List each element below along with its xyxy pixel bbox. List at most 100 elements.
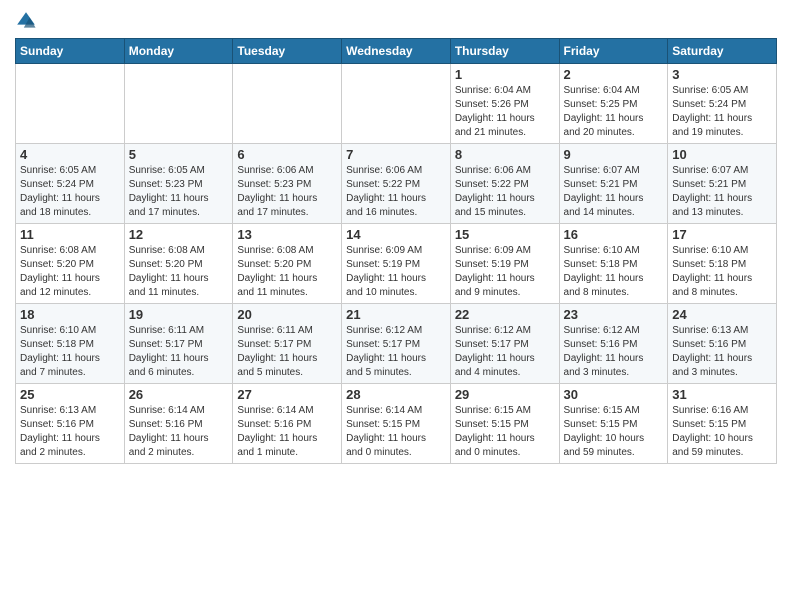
calendar-cell: 22 Sunrise: 6:12 AM Sunset: 5:17 PM Dayli… bbox=[450, 304, 559, 384]
day-number: 26 bbox=[129, 387, 229, 402]
day-info: Sunrise: 6:13 AM Sunset: 5:16 PM Dayligh… bbox=[20, 404, 120, 460]
weekday-header: Friday bbox=[559, 39, 668, 64]
day-info: Sunrise: 6:12 AM Sunset: 5:16 PM Dayligh… bbox=[564, 324, 664, 380]
calendar-cell: 6 Sunrise: 6:06 AM Sunset: 5:23 PM Daylig… bbox=[233, 144, 342, 224]
calendar-cell bbox=[233, 64, 342, 144]
calendar-week-row: 25 Sunrise: 6:13 AM Sunset: 5:16 PM Dayli… bbox=[16, 384, 777, 464]
calendar-cell: 17 Sunrise: 6:10 AM Sunset: 5:18 PM Dayli… bbox=[668, 224, 777, 304]
day-info: Sunrise: 6:05 AM Sunset: 5:24 PM Dayligh… bbox=[672, 84, 772, 140]
day-info: Sunrise: 6:07 AM Sunset: 5:21 PM Dayligh… bbox=[672, 164, 772, 220]
day-number: 23 bbox=[564, 307, 664, 322]
day-number: 18 bbox=[20, 307, 120, 322]
day-info: Sunrise: 6:14 AM Sunset: 5:16 PM Dayligh… bbox=[129, 404, 229, 460]
weekday-header: Thursday bbox=[450, 39, 559, 64]
calendar-cell: 2 Sunrise: 6:04 AM Sunset: 5:25 PM Daylig… bbox=[559, 64, 668, 144]
day-info: Sunrise: 6:10 AM Sunset: 5:18 PM Dayligh… bbox=[20, 324, 120, 380]
calendar-cell: 1 Sunrise: 6:04 AM Sunset: 5:26 PM Daylig… bbox=[450, 64, 559, 144]
calendar-cell: 24Sunrise: 6:13 AM Sunset: 5:16 PM Dayli… bbox=[668, 304, 777, 384]
day-info: Sunrise: 6:09 AM Sunset: 5:19 PM Dayligh… bbox=[455, 244, 555, 300]
day-number: 27 bbox=[237, 387, 337, 402]
day-info: Sunrise: 6:14 AM Sunset: 5:15 PM Dayligh… bbox=[346, 404, 446, 460]
day-info: Sunrise: 6:11 AM Sunset: 5:17 PM Dayligh… bbox=[237, 324, 337, 380]
logo bbox=[15, 10, 39, 32]
calendar-cell: 13 Sunrise: 6:08 AM Sunset: 5:20 PM Dayli… bbox=[233, 224, 342, 304]
day-info: Sunrise: 6:15 AM Sunset: 5:15 PM Dayligh… bbox=[564, 404, 664, 460]
calendar-cell: 20 Sunrise: 6:11 AM Sunset: 5:17 PM Dayli… bbox=[233, 304, 342, 384]
calendar-cell: 21Sunrise: 6:12 AM Sunset: 5:17 PM Dayli… bbox=[342, 304, 451, 384]
calendar-week-row: 4 Sunrise: 6:05 AM Sunset: 5:24 PM Daylig… bbox=[16, 144, 777, 224]
calendar-cell: 4 Sunrise: 6:05 AM Sunset: 5:24 PM Daylig… bbox=[16, 144, 125, 224]
day-number: 7 bbox=[346, 147, 446, 162]
calendar-cell: 11 Sunrise: 6:08 AM Sunset: 5:20 PM Dayli… bbox=[16, 224, 125, 304]
day-number: 8 bbox=[455, 147, 555, 162]
calendar-cell: 3 Sunrise: 6:05 AM Sunset: 5:24 PM Daylig… bbox=[668, 64, 777, 144]
day-info: Sunrise: 6:05 AM Sunset: 5:24 PM Dayligh… bbox=[20, 164, 120, 220]
calendar-cell: 30 Sunrise: 6:15 AM Sunset: 5:15 PM Dayli… bbox=[559, 384, 668, 464]
day-number: 14 bbox=[346, 227, 446, 242]
day-number: 30 bbox=[564, 387, 664, 402]
day-info: Sunrise: 6:05 AM Sunset: 5:23 PM Dayligh… bbox=[129, 164, 229, 220]
day-info: Sunrise: 6:07 AM Sunset: 5:21 PM Dayligh… bbox=[564, 164, 664, 220]
day-number: 10 bbox=[672, 147, 772, 162]
day-info: Sunrise: 6:04 AM Sunset: 5:25 PM Dayligh… bbox=[564, 84, 664, 140]
day-number: 4 bbox=[20, 147, 120, 162]
day-number: 22 bbox=[455, 307, 555, 322]
day-number: 17 bbox=[672, 227, 772, 242]
weekday-header: Wednesday bbox=[342, 39, 451, 64]
page-header bbox=[15, 10, 777, 32]
day-info: Sunrise: 6:08 AM Sunset: 5:20 PM Dayligh… bbox=[129, 244, 229, 300]
day-number: 16 bbox=[564, 227, 664, 242]
weekday-header: Saturday bbox=[668, 39, 777, 64]
weekday-header: Sunday bbox=[16, 39, 125, 64]
calendar-cell: 27 Sunrise: 6:14 AM Sunset: 5:16 PM Dayli… bbox=[233, 384, 342, 464]
calendar-cell bbox=[342, 64, 451, 144]
day-number: 28 bbox=[346, 387, 446, 402]
calendar-week-row: 1 Sunrise: 6:04 AM Sunset: 5:26 PM Daylig… bbox=[16, 64, 777, 144]
calendar-week-row: 18 Sunrise: 6:10 AM Sunset: 5:18 PM Dayli… bbox=[16, 304, 777, 384]
calendar-cell: 18 Sunrise: 6:10 AM Sunset: 5:18 PM Dayli… bbox=[16, 304, 125, 384]
day-info: Sunrise: 6:06 AM Sunset: 5:23 PM Dayligh… bbox=[237, 164, 337, 220]
calendar-cell: 14 Sunrise: 6:09 AM Sunset: 5:19 PM Dayli… bbox=[342, 224, 451, 304]
calendar-cell bbox=[124, 64, 233, 144]
calendar-cell: 26 Sunrise: 6:14 AM Sunset: 5:16 PM Dayli… bbox=[124, 384, 233, 464]
day-info: Sunrise: 6:11 AM Sunset: 5:17 PM Dayligh… bbox=[129, 324, 229, 380]
day-number: 11 bbox=[20, 227, 120, 242]
day-info: Sunrise: 6:06 AM Sunset: 5:22 PM Dayligh… bbox=[346, 164, 446, 220]
day-info: Sunrise: 6:08 AM Sunset: 5:20 PM Dayligh… bbox=[20, 244, 120, 300]
day-info: Sunrise: 6:12 AM Sunset: 5:17 PM Dayligh… bbox=[346, 324, 446, 380]
calendar-cell: 9Sunrise: 6:07 AM Sunset: 5:21 PM Daylig… bbox=[559, 144, 668, 224]
calendar-cell: 31Sunrise: 6:16 AM Sunset: 5:15 PM Dayli… bbox=[668, 384, 777, 464]
day-info: Sunrise: 6:13 AM Sunset: 5:16 PM Dayligh… bbox=[672, 324, 772, 380]
calendar-cell: 16Sunrise: 6:10 AM Sunset: 5:18 PM Dayli… bbox=[559, 224, 668, 304]
calendar-table: SundayMondayTuesdayWednesdayThursdayFrid… bbox=[15, 38, 777, 464]
day-info: Sunrise: 6:10 AM Sunset: 5:18 PM Dayligh… bbox=[672, 244, 772, 300]
calendar-cell: 10 Sunrise: 6:07 AM Sunset: 5:21 PM Dayli… bbox=[668, 144, 777, 224]
calendar-cell: 25 Sunrise: 6:13 AM Sunset: 5:16 PM Dayli… bbox=[16, 384, 125, 464]
calendar-week-row: 11 Sunrise: 6:08 AM Sunset: 5:20 PM Dayli… bbox=[16, 224, 777, 304]
calendar-cell: 19 Sunrise: 6:11 AM Sunset: 5:17 PM Dayli… bbox=[124, 304, 233, 384]
day-info: Sunrise: 6:08 AM Sunset: 5:20 PM Dayligh… bbox=[237, 244, 337, 300]
day-info: Sunrise: 6:12 AM Sunset: 5:17 PM Dayligh… bbox=[455, 324, 555, 380]
calendar-cell: 8 Sunrise: 6:06 AM Sunset: 5:22 PM Daylig… bbox=[450, 144, 559, 224]
day-number: 12 bbox=[129, 227, 229, 242]
day-number: 15 bbox=[455, 227, 555, 242]
calendar-cell: 7 Sunrise: 6:06 AM Sunset: 5:22 PM Daylig… bbox=[342, 144, 451, 224]
weekday-header-row: SundayMondayTuesdayWednesdayThursdayFrid… bbox=[16, 39, 777, 64]
day-info: Sunrise: 6:06 AM Sunset: 5:22 PM Dayligh… bbox=[455, 164, 555, 220]
calendar-cell: 28 Sunrise: 6:14 AM Sunset: 5:15 PM Dayli… bbox=[342, 384, 451, 464]
day-info: Sunrise: 6:09 AM Sunset: 5:19 PM Dayligh… bbox=[346, 244, 446, 300]
day-number: 19 bbox=[129, 307, 229, 322]
day-info: Sunrise: 6:15 AM Sunset: 5:15 PM Dayligh… bbox=[455, 404, 555, 460]
day-number: 3 bbox=[672, 67, 772, 82]
day-info: Sunrise: 6:14 AM Sunset: 5:16 PM Dayligh… bbox=[237, 404, 337, 460]
day-number: 6 bbox=[237, 147, 337, 162]
logo-icon bbox=[15, 10, 37, 32]
day-number: 25 bbox=[20, 387, 120, 402]
day-number: 1 bbox=[455, 67, 555, 82]
calendar-cell: 29Sunrise: 6:15 AM Sunset: 5:15 PM Dayli… bbox=[450, 384, 559, 464]
day-info: Sunrise: 6:04 AM Sunset: 5:26 PM Dayligh… bbox=[455, 84, 555, 140]
day-number: 20 bbox=[237, 307, 337, 322]
calendar-cell: 23 Sunrise: 6:12 AM Sunset: 5:16 PM Dayli… bbox=[559, 304, 668, 384]
day-number: 13 bbox=[237, 227, 337, 242]
day-number: 2 bbox=[564, 67, 664, 82]
